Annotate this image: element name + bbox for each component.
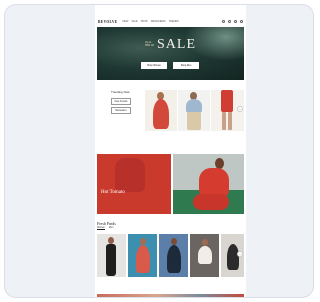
white-top-figure xyxy=(198,246,212,264)
red-top-figure xyxy=(221,90,233,112)
black-outfit-figure xyxy=(106,244,116,276)
product-tile[interactable] xyxy=(128,234,157,277)
feature-title: Hot Tomato xyxy=(101,190,125,195)
orange-dress-figure xyxy=(136,245,150,273)
nav-item-designers[interactable]: DESIGNERS xyxy=(151,20,166,23)
bottom-banner-strip[interactable] xyxy=(97,294,244,297)
heart-icon[interactable] xyxy=(234,20,237,23)
leg-figure xyxy=(222,112,226,130)
feature-image-right[interactable] xyxy=(173,154,244,214)
carousel-next-icon[interactable]: › xyxy=(237,106,243,112)
red-top-product xyxy=(115,158,145,192)
model-head xyxy=(171,238,177,245)
red-skirt-figure xyxy=(193,194,229,210)
dark-outfit-figure xyxy=(167,245,181,273)
chip-bestsellers[interactable]: Bestsellers xyxy=(111,107,131,114)
chip-new-arrivals[interactable]: New Arrivals xyxy=(111,98,131,105)
product-tile[interactable] xyxy=(190,234,219,277)
nav-item-shop[interactable]: SHOP xyxy=(141,20,148,23)
search-icon[interactable] xyxy=(222,20,225,23)
shop-men-button[interactable]: Shop Men xyxy=(173,62,199,69)
store-logo[interactable]: REVOLVE xyxy=(98,20,117,24)
screenshot-frame: REVOLVE NEW SALE SHOP DESIGNERS TRENDS U… xyxy=(4,4,314,298)
product-tile[interactable] xyxy=(145,90,177,131)
nav-menu: NEW SALE SHOP DESIGNERS TRENDS xyxy=(122,20,178,23)
nav-item-new[interactable]: NEW xyxy=(122,20,128,23)
nav-icons xyxy=(222,20,243,23)
model-head xyxy=(140,238,146,245)
nav-item-sale[interactable]: SALE xyxy=(131,20,137,23)
store-page: REVOLVE NEW SALE SHOP DESIGNERS TRENDS U… xyxy=(95,5,246,297)
product-tile[interactable] xyxy=(97,234,126,277)
product-tile[interactable] xyxy=(159,234,188,277)
model-head xyxy=(108,237,114,244)
fresh-finds-heading: Fresh Finds xyxy=(97,221,116,226)
nav-item-trends[interactable]: TRENDS xyxy=(169,20,179,23)
red-dress-figure xyxy=(153,99,169,129)
black-dress-figure xyxy=(227,244,239,270)
top-nav: REVOLVE NEW SALE SHOP DESIGNERS TRENDS xyxy=(95,17,246,26)
hero-title: SALE xyxy=(157,37,196,52)
feature-image-left[interactable]: Hot Tomato xyxy=(97,154,171,214)
shop-women-button[interactable]: Shop Women xyxy=(141,62,167,69)
leg-figure xyxy=(228,112,232,130)
account-icon[interactable] xyxy=(228,20,231,23)
carousel-next-icon[interactable]: › xyxy=(237,251,243,257)
product-tile[interactable] xyxy=(178,90,210,131)
blue-shirt-figure xyxy=(186,99,202,113)
trending-heading: Trending Now xyxy=(111,90,130,94)
hero-kicker: Up to 65% off xyxy=(145,41,154,47)
tab-women[interactable]: Women xyxy=(97,227,105,230)
fresh-tabs: Women Men xyxy=(97,227,113,230)
hero-banner[interactable]: Up to 65% off SALE Shop Women Shop Men xyxy=(97,27,244,80)
khaki-pants-figure xyxy=(187,112,201,130)
model-head xyxy=(202,239,208,246)
bag-icon[interactable] xyxy=(240,20,243,23)
tab-men[interactable]: Men xyxy=(109,227,113,230)
